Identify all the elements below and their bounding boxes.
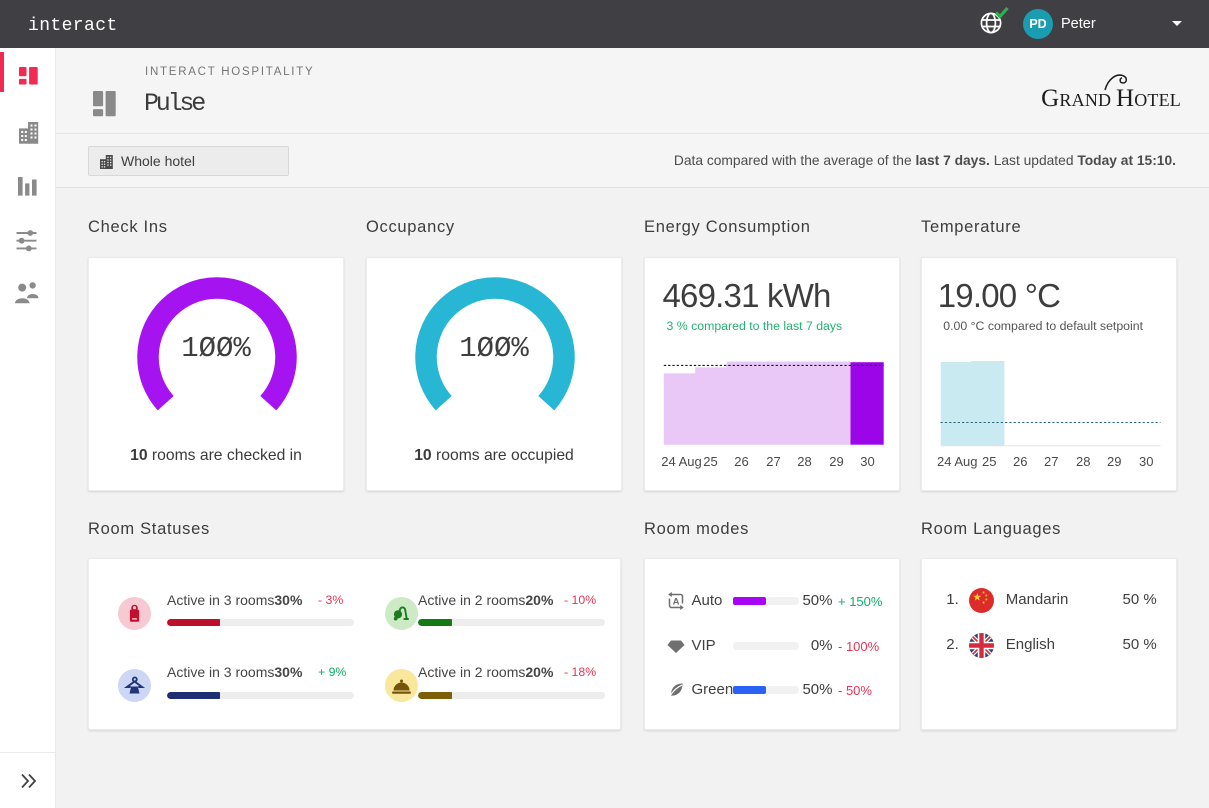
- svg-text:A: A: [672, 597, 679, 608]
